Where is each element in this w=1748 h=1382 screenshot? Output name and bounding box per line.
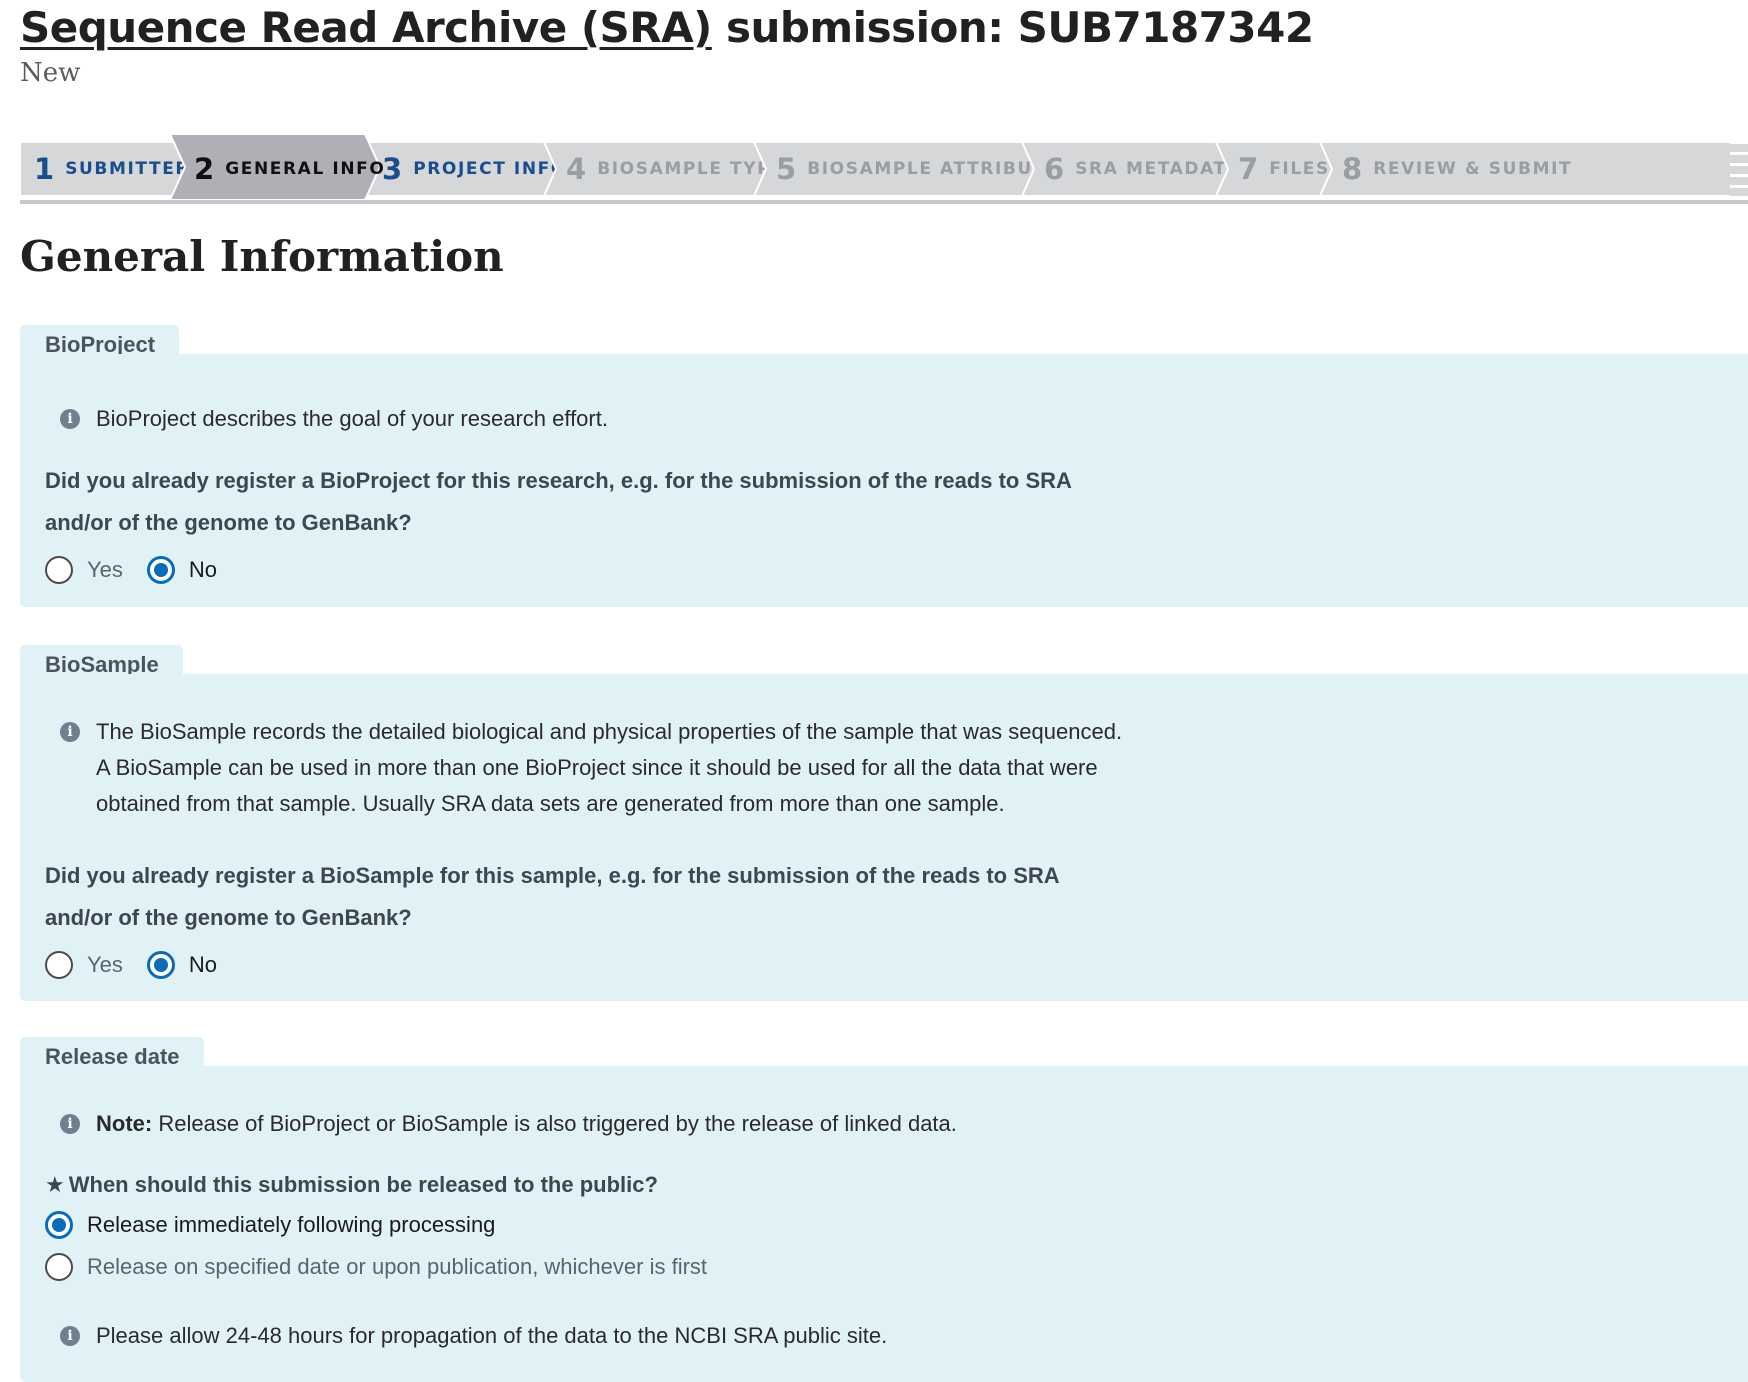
release-note: i Note: Release of BioProject or BioSamp… <box>60 1106 957 1142</box>
required-star-icon: ★ <box>45 1173 65 1198</box>
radio-label[interactable]: Release immediately following processing <box>87 1212 495 1238</box>
step-label: Review & Submit <box>1373 159 1573 179</box>
info-message: i The BioSample records the detailed bio… <box>60 714 1122 822</box>
question-line: and/or of the genome to GenBank? <box>45 510 412 535</box>
submission-status: New <box>20 58 81 88</box>
step-project-info[interactable]: 3 Project Info <box>354 141 568 197</box>
release-date-option: Release on specified date or upon public… <box>45 1253 707 1281</box>
step-number: 6 <box>1044 152 1065 186</box>
question-line: and/or of the genome to GenBank? <box>45 905 412 930</box>
step-number: 4 <box>566 152 587 186</box>
biosample-radio-group: Yes No <box>45 951 217 979</box>
step-general-info[interactable]: 2 General Info <box>168 133 384 201</box>
bioproject-radio-group: Yes No <box>45 556 217 584</box>
propagation-info: i Please allow 24-48 hours for propagati… <box>60 1318 887 1354</box>
sra-title-link[interactable]: Sequence Read Archive (SRA) <box>20 3 712 52</box>
release-question: ★ When should this submission be released… <box>45 1164 658 1207</box>
radio-label[interactable]: Yes <box>87 557 123 583</box>
info-text: obtained from that sample. Usually SRA d… <box>96 791 1005 816</box>
release-immediately-radio[interactable] <box>45 1211 73 1239</box>
question-line: Did you already register a BioProject fo… <box>45 468 1072 493</box>
radio-label[interactable]: Yes <box>87 952 123 978</box>
info-icon: i <box>60 1326 80 1346</box>
step-biosample-attributes: 5 BioSample Attributes <box>752 141 1072 197</box>
radio-label[interactable]: No <box>189 557 217 583</box>
release-immediate-option: Release immediately following processing <box>45 1211 495 1239</box>
info-text: The BioSample records the detailed biolo… <box>96 719 1123 744</box>
biosample-question: Did you already register a BioSample for… <box>45 855 1060 939</box>
submission-id-text: submission: SUB7187342 <box>711 3 1314 52</box>
step-number: 5 <box>776 152 797 186</box>
info-icon: i <box>60 722 80 742</box>
release-on-date-radio[interactable] <box>45 1253 73 1281</box>
step-biosample-type: 4 BioSample Type <box>542 141 783 197</box>
info-icon: i <box>60 1114 80 1134</box>
info-text: BioProject describes the goal of your re… <box>96 406 608 431</box>
step-number: 1 <box>34 152 55 186</box>
step-number: 2 <box>194 152 215 186</box>
bioproject-no-radio[interactable] <box>146 556 175 584</box>
note-text: Release of BioProject or BioSample is al… <box>152 1111 957 1136</box>
fieldset-body: i Note: Release of BioProject or BioSamp… <box>20 1066 1748 1382</box>
bioproject-question: Did you already register a BioProject fo… <box>45 460 1072 544</box>
page-title: Sequence Read Archive (SRA) submission: … <box>20 0 1314 56</box>
fieldset-body: i BioProject describes the goal of your … <box>20 354 1748 607</box>
progress-steps: 1 Submitter 3 Project Info 4 BioSample Type… <box>19 133 1748 201</box>
biosample-fieldset: BioSample i The BioSample records the de… <box>20 645 1748 1001</box>
biosample-no-radio[interactable] <box>146 951 175 979</box>
step-label: General Info <box>225 159 386 179</box>
release-date-fieldset: Release date i Note: Release of BioProje… <box>20 1037 1748 1382</box>
step-submitter[interactable]: 1 Submitter <box>19 141 194 197</box>
info-text: Please allow 24-48 hours for propagation… <box>96 1323 888 1348</box>
step-sra-metadata: 6 SRA Metadata <box>1020 141 1240 197</box>
biosample-yes-radio[interactable] <box>45 951 73 979</box>
section-title: General Information <box>20 232 504 281</box>
steps-edge <box>1730 142 1748 196</box>
question-text: When should this submission be released … <box>68 1172 658 1197</box>
step-number: 7 <box>1238 152 1259 186</box>
steps-underline <box>20 200 1748 204</box>
radio-label[interactable]: Release on specified date or upon public… <box>87 1254 707 1280</box>
step-number: 8 <box>1342 152 1363 186</box>
bioproject-yes-radio[interactable] <box>45 556 73 584</box>
step-review-submit: 8 Review & Submit <box>1318 141 1739 197</box>
info-icon: i <box>60 409 80 429</box>
info-text: A BioSample can be used in more than one… <box>96 755 1098 780</box>
fieldset-body: i The BioSample records the detailed bio… <box>20 674 1748 1001</box>
note-label: Note: <box>96 1111 153 1136</box>
question-line: Did you already register a BioSample for… <box>45 863 1060 888</box>
radio-label[interactable]: No <box>189 952 217 978</box>
info-message: i BioProject describes the goal of your … <box>60 401 608 437</box>
bioproject-fieldset: BioProject i BioProject describes the go… <box>20 325 1748 607</box>
